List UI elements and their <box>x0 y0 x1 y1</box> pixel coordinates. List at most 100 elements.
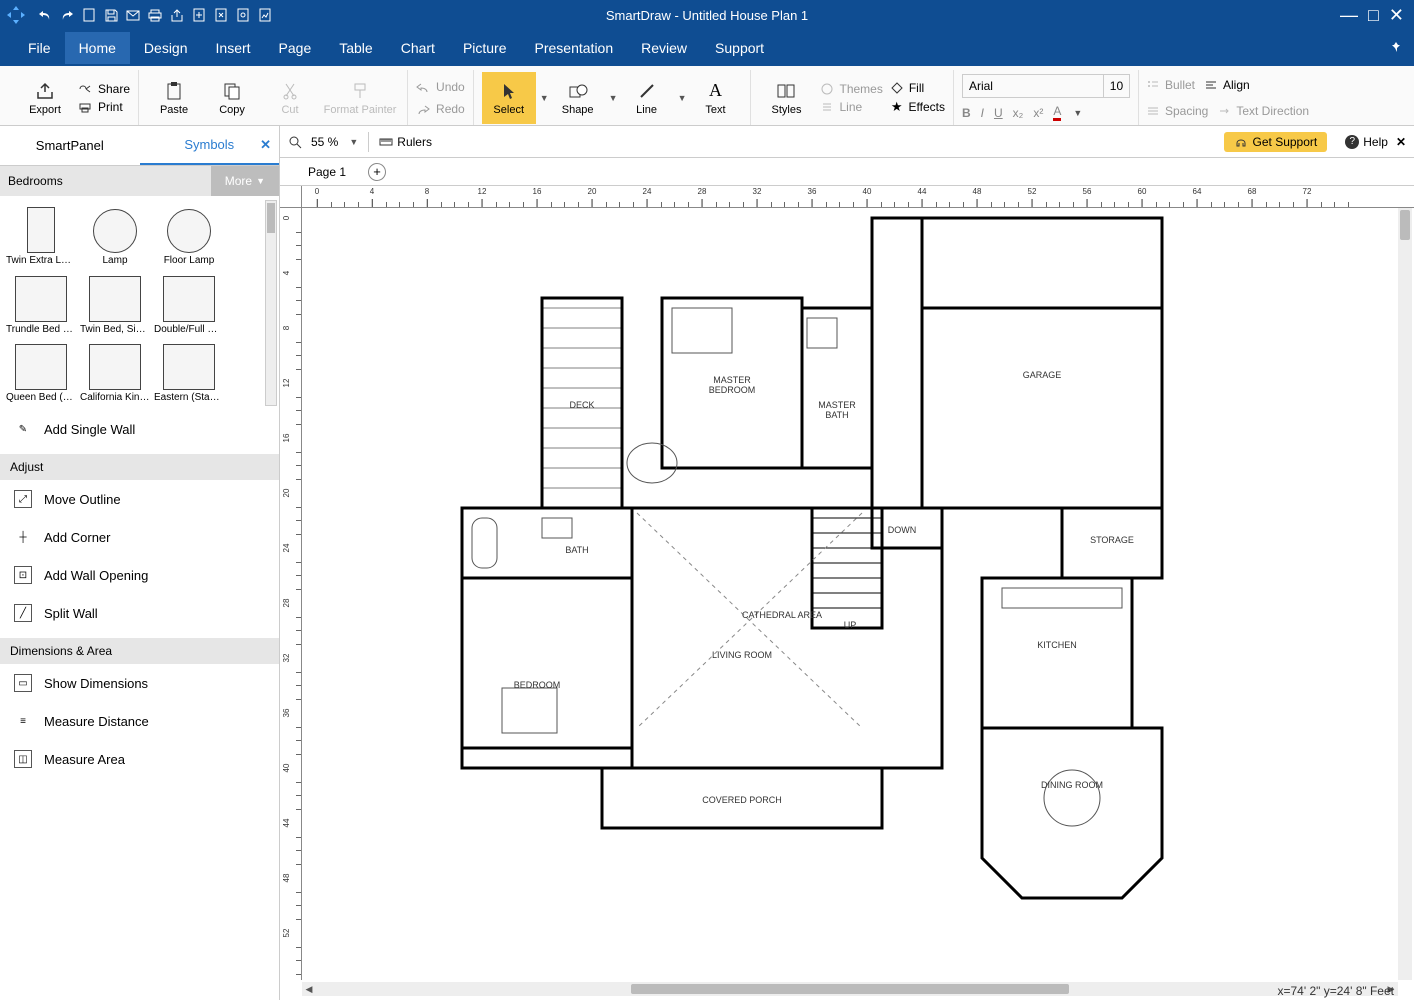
tab-smartpanel[interactable]: SmartPanel <box>0 126 140 165</box>
select-tool-button[interactable]: Select <box>482 72 536 124</box>
print-button[interactable]: Print <box>78 100 130 114</box>
ribbon-group-tools: Select ▼ Shape ▼ Line ▼ A Text <box>474 70 752 125</box>
format-painter-button[interactable]: Format Painter <box>321 72 399 124</box>
menu-support[interactable]: Support <box>701 32 778 64</box>
qat-print-icon[interactable] <box>146 6 164 24</box>
vertical-scrollbar[interactable] <box>1398 208 1412 980</box>
symbol-scrollbar[interactable] <box>265 200 277 406</box>
qat-doc4-icon[interactable] <box>256 6 274 24</box>
shape-tool-button[interactable]: Shape <box>551 72 605 124</box>
text-tool-button[interactable]: A Text <box>688 72 742 124</box>
themes-button[interactable]: Themes <box>821 82 882 96</box>
label-dining: DINING ROOM <box>1041 780 1103 790</box>
qat-undo-icon[interactable] <box>36 6 54 24</box>
measure-distance-button[interactable]: ≡Measure Distance <box>0 702 279 740</box>
fill-button[interactable]: Fill <box>891 81 945 95</box>
text-direction-button[interactable]: Text Direction <box>1218 104 1309 118</box>
symbol-trundle[interactable]: Trundle Bed (D… <box>4 269 78 337</box>
help-button[interactable]: ? Help ✕ <box>1345 135 1406 149</box>
menu-page[interactable]: Page <box>265 32 326 64</box>
minimize-button[interactable]: — <box>1340 5 1358 26</box>
opening-icon: ⊡ <box>14 566 32 584</box>
symbol-floor-lamp[interactable]: Floor Lamp <box>152 200 226 268</box>
spacing-button[interactable]: Spacing <box>1147 104 1208 118</box>
undo-button[interactable]: Undo <box>416 80 465 94</box>
label-garage: GARAGE <box>1023 370 1062 380</box>
bullet-button[interactable]: Bullet <box>1147 78 1195 92</box>
menu-insert[interactable]: Insert <box>202 32 265 64</box>
qat-doc2-icon[interactable] <box>212 6 230 24</box>
line-tool-button[interactable]: Line <box>620 72 674 124</box>
effects-button[interactable]: ★Effects <box>891 99 945 115</box>
paste-button[interactable]: Paste <box>147 72 201 124</box>
drawing-canvas[interactable]: MASTERBEDROOM MASTERBATH GARAGE STORAGE … <box>302 208 1398 980</box>
show-dimensions-button[interactable]: ▭Show Dimensions <box>0 664 279 702</box>
menu-home[interactable]: Home <box>65 32 130 64</box>
export-button[interactable]: Export <box>18 72 72 124</box>
font-size-input[interactable]: 10 <box>1103 75 1129 97</box>
close-tab-icon[interactable]: ✕ <box>260 137 271 153</box>
align-button[interactable]: Align <box>1205 78 1250 92</box>
qat-save-icon[interactable] <box>102 6 120 24</box>
menu-presentation[interactable]: Presentation <box>521 32 628 64</box>
menu-design[interactable]: Design <box>130 32 202 64</box>
maximize-button[interactable]: □ <box>1368 5 1379 26</box>
menu-chart[interactable]: Chart <box>387 32 449 64</box>
add-page-button[interactable]: + <box>368 163 386 181</box>
qat-redo-icon[interactable] <box>58 6 76 24</box>
symbol-twin-extra[interactable]: Twin Extra Lon… <box>4 200 78 268</box>
qat-doc3-icon[interactable] <box>234 6 252 24</box>
add-single-wall-button[interactable]: ✎ Add Single Wall <box>0 410 279 448</box>
share-button[interactable]: Share <box>78 82 130 96</box>
move-outline-button[interactable]: ⤢Move Outline <box>0 480 279 518</box>
menu-review[interactable]: Review <box>627 32 701 64</box>
get-support-button[interactable]: Get Support <box>1224 132 1328 152</box>
area-icon: ◫ <box>14 750 32 768</box>
underline-button[interactable]: U <box>994 106 1003 120</box>
font-name-input[interactable]: Arial <box>963 79 1103 93</box>
pin-ribbon-icon[interactable] <box>1390 40 1402 56</box>
scroll-left-icon[interactable]: ◀ <box>302 982 316 996</box>
line-style-button[interactable]: Line <box>821 100 882 114</box>
italic-button[interactable]: I <box>981 106 984 120</box>
font-selector[interactable]: Arial 10 <box>962 74 1130 98</box>
qat-export-icon[interactable] <box>168 6 186 24</box>
menu-table[interactable]: Table <box>325 32 386 64</box>
page-tab-1[interactable]: Page 1 <box>300 161 354 183</box>
symbol-cal-king[interactable]: California King… <box>78 337 152 405</box>
tab-symbols[interactable]: Symbols ✕ <box>140 126 280 165</box>
copy-button[interactable]: Copy <box>205 72 259 124</box>
close-button[interactable]: ✕ <box>1389 5 1404 26</box>
qat-doc1-icon[interactable] <box>190 6 208 24</box>
symbol-double[interactable]: Double/Full Be… <box>152 269 226 337</box>
symbol-lamp[interactable]: Lamp <box>78 200 152 268</box>
qat-mail-icon[interactable] <box>124 6 142 24</box>
horizontal-scrollbar[interactable]: ◀ ▶ <box>302 982 1398 996</box>
qat-new-icon[interactable] <box>80 6 98 24</box>
cut-button[interactable]: Cut <box>263 72 317 124</box>
styles-button[interactable]: Styles <box>759 72 813 124</box>
subscript-button[interactable]: x₂ <box>1013 106 1024 120</box>
symbol-twin-bed[interactable]: Twin Bed, Singl… <box>78 269 152 337</box>
zoom-control[interactable]: 55 % ▼ <box>288 133 358 151</box>
symbol-queen[interactable]: Queen Bed (60… <box>4 337 78 405</box>
add-wall-opening-button[interactable]: ⊡Add Wall Opening <box>0 556 279 594</box>
font-color-button[interactable]: A <box>1053 104 1061 121</box>
select-caret[interactable]: ▼ <box>540 93 549 103</box>
measure-area-button[interactable]: ◫Measure Area <box>0 740 279 778</box>
line-caret[interactable]: ▼ <box>678 93 687 103</box>
close-help-icon[interactable]: ✕ <box>1396 135 1406 149</box>
superscript-button[interactable]: x² <box>1033 106 1043 120</box>
add-corner-button[interactable]: ┼Add Corner <box>0 518 279 556</box>
menu-file[interactable]: File <box>14 32 65 64</box>
shape-caret[interactable]: ▼ <box>609 93 618 103</box>
label-living: LIVING ROOM <box>712 650 772 660</box>
library-more-button[interactable]: More▼ <box>211 166 279 196</box>
bold-button[interactable]: B <box>962 106 971 120</box>
symbol-eastern[interactable]: Eastern (Stand… <box>152 337 226 405</box>
split-wall-button[interactable]: ╱Split Wall <box>0 594 279 632</box>
redo-button[interactable]: Redo <box>416 102 465 116</box>
ribbon-group-paragraph: Bullet Align Spacing Text Direction <box>1139 70 1317 125</box>
menu-picture[interactable]: Picture <box>449 32 521 64</box>
rulers-toggle[interactable]: Rulers <box>379 135 432 149</box>
